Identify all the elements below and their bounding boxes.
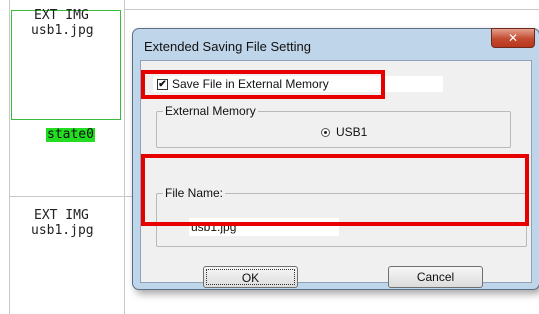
close-icon: ✕ [507,31,519,45]
cancel-button-label: Cancel [416,270,455,284]
usb1-radio-label: USB1 [336,125,368,139]
ok-button-label: OK [206,269,295,285]
cancel-button[interactable]: Cancel [388,266,483,288]
top-panel-title: EXT IMG [34,8,89,23]
highlight-save-checkbox [141,70,385,99]
panel-divider-row [9,196,133,197]
panel-divider-top [124,9,539,10]
panel-divider-left [9,0,10,314]
usb1-radio-option[interactable]: USB1 [321,125,367,139]
external-memory-group-label: External Memory [163,104,258,118]
radio-selected-icon[interactable] [321,127,330,137]
bottom-panel-filename: usb1.jpg [31,223,94,238]
highlight-file-name [141,154,529,226]
state-badge: state0 [46,127,95,142]
bottom-panel-title: EXT IMG [34,208,89,223]
dialog-title: Extended Saving File Setting [144,39,311,54]
top-panel-filename: usb1.jpg [31,23,94,38]
close-button[interactable]: ✕ [491,28,535,48]
panel-divider-mid [124,0,125,314]
ok-button[interactable]: OK [203,266,298,288]
